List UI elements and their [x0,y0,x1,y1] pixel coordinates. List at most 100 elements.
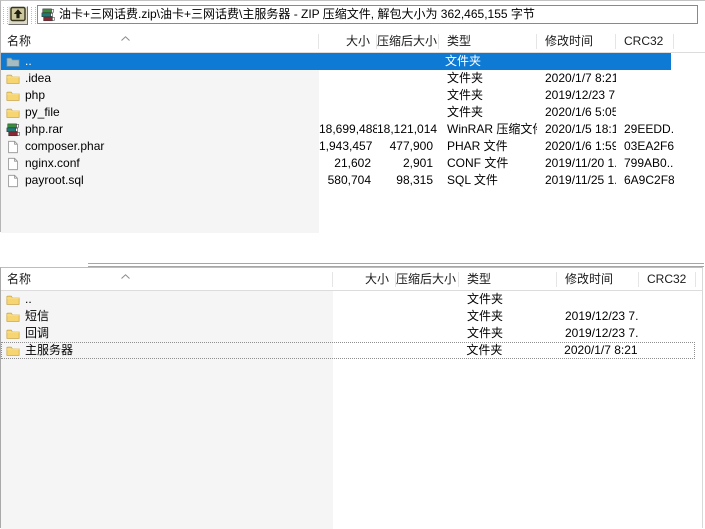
column-header-2[interactable]: 压缩后大小 [377,34,439,49]
file-cell: 799AB0... [616,155,674,172]
file-row[interactable]: 回调文件夹2019/12/23 7... [1,325,702,342]
file-cell [377,87,439,104]
file-cell: 文件夹 [439,104,537,121]
file-list: ..文件夹.idea文件夹2020/1/7 8:21php文件夹2019/12/… [1,53,705,233]
file-name-cell: nginx.conf [1,155,319,172]
file-cell: 2019/12/23 7... [557,308,639,325]
file-cell [377,104,439,121]
file-cell: 477,900 [377,138,439,155]
file-cell [333,325,396,342]
file-cell [319,70,377,87]
file-name-label: php.rar [25,121,63,138]
file-row[interactable]: py_file文件夹2020/1/6 5:05 [1,104,705,121]
file-cell: 21,602 [319,155,377,172]
sort-ascending-icon [121,30,130,35]
file-cell [639,291,696,308]
file-cell: 文件夹 [459,291,557,308]
file-cell: WinRAR 压缩文件 [439,121,537,138]
file-cell [396,325,459,342]
file-name-label: nginx.conf [25,155,80,172]
file-row[interactable]: php.rar18,699,48818,121,014WinRAR 压缩文件20… [1,121,705,138]
column-header-5[interactable]: CRC32 [639,272,696,287]
file-row[interactable]: 主服务器文件夹2020/1/7 8:21 [1,342,695,359]
column-header-row: 名称大小压缩后大小类型修改时间CRC32 [1,30,705,53]
file-name-cell: .. [1,291,333,308]
file-name-label: .. [25,291,32,308]
file-name-label: .. [25,53,32,70]
file-name-label: 主服务器 [25,342,73,359]
file-cell: 18,121,014 [377,121,439,138]
file-cell: 2020/1/6 1:59 [537,138,616,155]
file-row[interactable]: .. 文件夹 [1,53,671,70]
file-name-label: py_file [25,104,60,121]
file-row[interactable]: .idea 文件夹2020/1/7 8:21 [1,70,705,87]
file-cell: 2019/12/23 7... [557,325,639,342]
file-cell [616,70,674,87]
file-cell [333,291,396,308]
folder-icon [6,72,20,86]
file-icon [6,174,20,188]
address-bar[interactable]: 油卡+三网话费.zip\油卡+三网话费\主服务器 - ZIP 压缩文件, 解包大… [37,5,698,24]
toolbar: 油卡+三网话费.zip\油卡+三网话费\主服务器 - ZIP 压缩文件, 解包大… [1,1,705,30]
column-header-0[interactable]: 名称 [1,272,333,287]
folder-icon [6,106,20,120]
file-icon [6,140,20,154]
file-name-cell: php.rar [1,121,319,138]
file-name-label: 回调 [25,325,49,342]
column-header-1[interactable]: 大小 [333,272,396,287]
file-row[interactable]: composer.phar1,943,457477,900PHAR 文件2020… [1,138,705,155]
file-name-cell: .. [1,53,318,70]
file-name-cell: 回调 [1,325,333,342]
column-header-4[interactable]: 修改时间 [537,34,616,49]
file-row[interactable]: 短信文件夹2019/12/23 7... [1,308,702,325]
sort-ascending-icon [121,268,130,273]
file-cell [638,342,695,359]
file-cell [318,53,376,70]
toolbar-gripper[interactable] [31,7,36,24]
file-cell: 文件夹 [439,87,537,104]
file-name-cell: php [1,87,319,104]
file-row[interactable]: .. 文件夹 [1,291,702,308]
file-cell: 03EA2F6B [616,138,674,155]
file-cell: 98,315 [377,172,439,189]
file-cell: 文件夹 [437,53,535,70]
file-cell: PHAR 文件 [439,138,537,155]
archive-window-top: 油卡+三网话费.zip\油卡+三网话费\主服务器 - ZIP 压缩文件, 解包大… [0,0,705,232]
folder-icon [6,310,20,324]
file-cell [333,342,396,359]
column-header-3[interactable]: 类型 [459,272,557,287]
file-cell [639,325,696,342]
column-header-5[interactable]: CRC32 [616,34,674,49]
file-cell [535,53,614,70]
file-cell [319,87,377,104]
file-row[interactable]: payroot.sql580,70498,315SQL 文件2019/11/25… [1,172,705,189]
file-cell: 文件夹 [439,70,537,87]
file-cell: 6A9C2F85 [616,172,674,189]
rar-icon [6,123,20,137]
column-header-0[interactable]: 名称 [1,34,319,49]
up-directory-button[interactable] [8,6,28,25]
file-cell: CONF 文件 [439,155,537,172]
folder-up-icon [10,6,26,25]
file-cell: 580,704 [319,172,377,189]
file-cell: 2020/1/7 8:21 [556,342,638,359]
file-cell [396,291,459,308]
archive-window-bottom: 名称大小压缩后大小类型修改时间CRC32 .. 文件夹短信文件夹2019/12/2… [0,267,703,528]
file-name-cell: composer.phar [1,138,319,155]
file-name-cell: payroot.sql [1,172,319,189]
column-header-4[interactable]: 修改时间 [557,272,639,287]
file-name-cell: .idea [1,70,319,87]
file-row[interactable]: nginx.conf21,6022,901CONF 文件2019/11/20 1… [1,155,705,172]
file-cell [319,104,377,121]
file-cell [395,342,458,359]
column-header-2[interactable]: 压缩后大小 [396,272,459,287]
file-row[interactable]: php文件夹2019/12/23 7... [1,87,705,104]
file-cell: 29EEDD... [616,121,674,138]
column-header-1[interactable]: 大小 [319,34,377,49]
file-name-label: payroot.sql [25,172,84,189]
file-cell [377,70,439,87]
file-cell: 2020/1/7 8:21 [537,70,616,87]
file-icon [6,157,20,171]
file-name-label: 短信 [25,308,49,325]
column-header-3[interactable]: 类型 [439,34,537,49]
